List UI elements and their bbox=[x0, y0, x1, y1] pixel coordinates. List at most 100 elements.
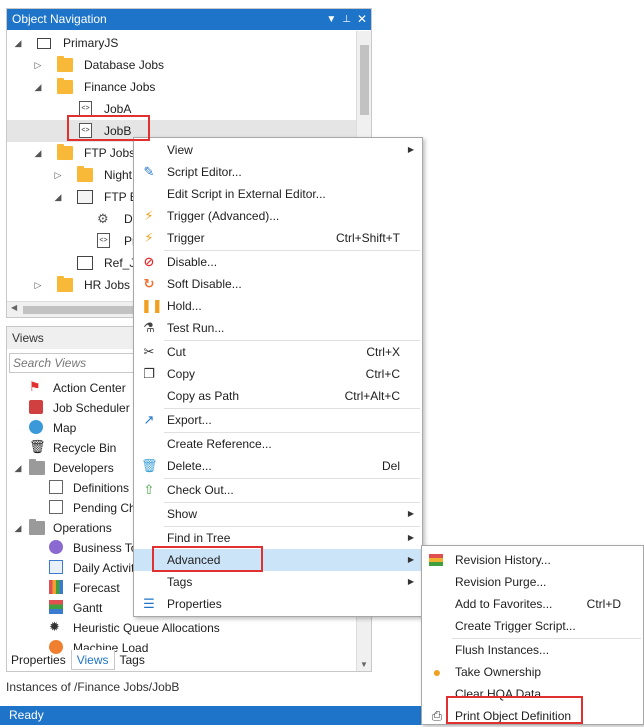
caret-down-icon[interactable]: ◢ bbox=[33, 76, 43, 98]
view-label: Job Scheduler I bbox=[53, 401, 137, 415]
view-label: Daily Activit bbox=[73, 561, 135, 575]
menu-item-copy-as-path[interactable]: Copy as Path Ctrl+Alt+C bbox=[134, 385, 422, 407]
submenu-arrow-icon: ▶ bbox=[407, 577, 414, 586]
menu-item-revision-history[interactable]: Revision History... bbox=[422, 549, 643, 571]
pin-icon[interactable]: ⊥ bbox=[342, 9, 351, 30]
caret-down-icon[interactable]: ◢ bbox=[33, 142, 43, 164]
flask-icon: ⚗ bbox=[143, 320, 155, 335]
menu-label: Export... bbox=[167, 413, 212, 427]
tree-node-primaryjs[interactable]: ◢ PrimaryJS bbox=[7, 32, 357, 54]
view-item-heuristic-queue[interactable]: ✹ Heuristic Queue Allocations bbox=[7, 617, 357, 639]
export-icon: ↗ bbox=[143, 412, 155, 427]
menu-item-script-editor[interactable]: ✎ Script Editor... bbox=[134, 161, 422, 183]
caret-right-icon[interactable]: ▷ bbox=[33, 54, 43, 76]
instances-info: Instances of /Finance Jobs/JobB bbox=[6, 680, 180, 694]
view-label: Definitions bbox=[73, 481, 130, 495]
scrollbar-thumb[interactable] bbox=[360, 45, 369, 115]
menu-label: Hold... bbox=[167, 299, 202, 313]
close-icon[interactable]: ✕ bbox=[357, 9, 367, 30]
tree-label: Night bbox=[104, 168, 133, 182]
menu-item-create-trigger-script[interactable]: Create Trigger Script... bbox=[422, 615, 643, 637]
menu-item-properties[interactable]: ☰ Properties bbox=[134, 593, 422, 615]
menu-item-trigger-advanced[interactable]: ⚡ Trigger (Advanced)... bbox=[134, 205, 422, 227]
menu-label: Script Editor... bbox=[167, 165, 242, 179]
lightning-gear-icon: ⚡ bbox=[144, 208, 154, 223]
menu-item-export[interactable]: ↗ Export... bbox=[134, 409, 422, 431]
menu-item-cut[interactable]: ✂ Cut Ctrl+X bbox=[134, 341, 422, 363]
menu-item-copy[interactable]: ❐ Copy Ctrl+C bbox=[134, 363, 422, 385]
caret-down-icon[interactable]: ◢ bbox=[13, 517, 23, 539]
scrollbar-thumb[interactable] bbox=[23, 306, 133, 314]
object-navigation-title: Object Navigation bbox=[12, 12, 107, 26]
menu-item-soft-disable[interactable]: ↻ Soft Disable... bbox=[134, 273, 422, 295]
caret-right-icon[interactable]: ▷ bbox=[53, 164, 63, 186]
menu-item-tags[interactable]: Tags ▶ bbox=[134, 571, 422, 593]
menu-item-test-run[interactable]: ⚗ Test Run... bbox=[134, 317, 422, 339]
menu-shortcut: Ctrl+X bbox=[366, 345, 400, 359]
scheduler-icon bbox=[29, 400, 43, 414]
pane-dropdown-icon[interactable]: ▼ bbox=[326, 9, 336, 30]
tab-tags[interactable]: Tags bbox=[115, 650, 150, 670]
scroll-down-icon[interactable]: ▼ bbox=[360, 660, 368, 669]
tree-label: Finance Jobs bbox=[84, 80, 156, 94]
menu-item-revision-purge[interactable]: Revision Purge... bbox=[422, 571, 643, 593]
caret-right-icon[interactable]: ▷ bbox=[33, 274, 43, 296]
view-label: Action Center bbox=[53, 381, 126, 395]
menu-label: Disable... bbox=[167, 255, 218, 269]
menu-label: Copy bbox=[167, 367, 196, 381]
menu-item-view[interactable]: View ▶ bbox=[134, 139, 422, 161]
caret-down-icon[interactable]: ◢ bbox=[13, 32, 23, 54]
menu-item-disable[interactable]: ⊘ Disable... bbox=[134, 251, 422, 273]
menu-shortcut: Ctrl+Alt+C bbox=[344, 389, 400, 403]
caret-down-icon[interactable]: ◢ bbox=[53, 186, 63, 208]
trash-icon: 🗑 bbox=[29, 439, 46, 454]
gear-icon: ✹ bbox=[49, 619, 60, 634]
menu-shortcut: Del bbox=[381, 459, 400, 473]
menu-item-create-reference[interactable]: Create Reference... bbox=[134, 433, 422, 455]
menu-item-add-to-favorites[interactable]: Add to Favorites... Ctrl+D bbox=[422, 593, 643, 615]
menu-label: Copy as Path bbox=[167, 389, 240, 403]
caret-down-icon[interactable]: ◢ bbox=[13, 457, 23, 479]
tree-label: Database Jobs bbox=[84, 58, 165, 72]
menu-label: Revision Purge... bbox=[455, 575, 547, 589]
menu-item-show[interactable]: Show ▶ bbox=[134, 503, 422, 525]
menu-label: Check Out... bbox=[167, 483, 234, 497]
menu-item-check-out[interactable]: ⇧ Check Out... bbox=[134, 479, 422, 501]
view-label: Forecast bbox=[73, 581, 120, 595]
menu-label: Add to Favorites... bbox=[455, 597, 553, 611]
calendar-icon bbox=[49, 560, 63, 574]
view-label: Map bbox=[53, 421, 77, 435]
tab-views[interactable]: Views bbox=[70, 650, 115, 670]
object-navigation-header: Object Navigation ▼ ⊥ ✕ bbox=[7, 9, 371, 30]
annotation-box-jobb bbox=[67, 115, 150, 141]
menu-item-trigger[interactable]: ⚡ Trigger Ctrl+Shift+T bbox=[134, 227, 422, 249]
tree-label: FTP Jobs bbox=[84, 146, 136, 160]
tree-node-joba[interactable]: <> JobA bbox=[7, 98, 357, 120]
folder-icon bbox=[57, 56, 73, 72]
menu-label: Test Run... bbox=[167, 321, 225, 335]
menu-item-take-ownership[interactable]: ● Take Ownership bbox=[422, 661, 643, 683]
menu-label: Properties bbox=[167, 597, 222, 611]
folder-icon bbox=[29, 519, 45, 535]
script-icon: <> bbox=[79, 101, 92, 116]
tree-label: D bbox=[124, 212, 133, 226]
menu-item-flush-instances[interactable]: Flush Instances... bbox=[422, 639, 643, 661]
menu-label: Flush Instances... bbox=[455, 643, 550, 657]
menu-label: Trigger (Advanced)... bbox=[167, 209, 280, 223]
business-tools-icon bbox=[49, 540, 63, 554]
menu-item-edit-external[interactable]: Edit Script in External Editor... bbox=[134, 183, 422, 205]
gantt-icon bbox=[49, 600, 63, 614]
copy-icon: ❐ bbox=[143, 366, 155, 381]
tab-properties[interactable]: Properties bbox=[6, 650, 71, 670]
menu-label: View bbox=[167, 143, 193, 157]
scroll-left-icon[interactable]: ◀ bbox=[11, 303, 17, 312]
menu-shortcut: Ctrl+D bbox=[586, 597, 621, 611]
globe-icon bbox=[29, 420, 43, 434]
menu-item-delete[interactable]: 🗑 Delete... Del bbox=[134, 455, 422, 477]
tree-node-finance-jobs[interactable]: ◢ Finance Jobs bbox=[7, 76, 357, 98]
menu-label: Create Trigger Script... bbox=[455, 619, 576, 633]
view-label: Pending Ch bbox=[73, 501, 136, 515]
tree-node-database-jobs[interactable]: ▷ Database Jobs bbox=[7, 54, 357, 76]
menu-item-hold[interactable]: ❚❚ Hold... bbox=[134, 295, 422, 317]
pencil-icon: ✎ bbox=[143, 164, 155, 179]
